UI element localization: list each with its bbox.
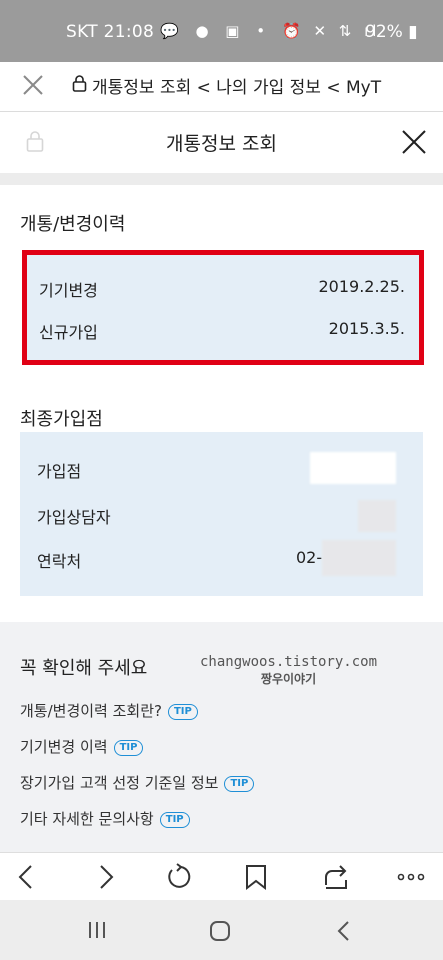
close-icon[interactable]: [400, 128, 428, 156]
status-time: SKT 21:08: [66, 22, 155, 42]
history-section-title: 개통/변경이력: [20, 214, 126, 235]
recent-apps-icon[interactable]: [86, 920, 108, 940]
row-value: 2015.3.5.: [328, 319, 405, 338]
battery-percentage: 92% ▮: [365, 22, 418, 42]
page-title: 개통정보 조회: [166, 133, 277, 155]
browser-toolbar: [0, 852, 443, 900]
store-section-title: 최종가입점: [20, 409, 103, 430]
notice-link[interactable]: 개통/변경이력 조회란? TIP: [20, 700, 198, 721]
store-row-label: 가입상담자: [37, 508, 111, 527]
section-divider: [0, 173, 443, 185]
redacted-block: [358, 500, 396, 532]
phone-value-partial: 02-: [296, 548, 323, 567]
watermark: changwoos.tistory.com 짱우이야기: [200, 654, 378, 686]
notice-section: 꼭 확인해 주세요 changwoos.tistory.com 짱우이야기 개통…: [0, 622, 443, 852]
store-row-label: 연락처: [37, 552, 82, 571]
bookmark-icon[interactable]: [244, 863, 268, 891]
store-info-box: 가입점 가입상담자 연락처 02-: [20, 432, 423, 596]
system-back-icon[interactable]: [334, 920, 354, 942]
home-icon[interactable]: [208, 920, 232, 942]
notice-link[interactable]: 기타 자세한 문의사항 TIP: [20, 808, 190, 829]
lock-icon: [72, 75, 87, 92]
history-info-box: 기기변경 2019.2.25. 신규가입 2015.3.5.: [22, 250, 424, 365]
page-header: 개통정보 조회: [0, 113, 443, 173]
notice-title: 꼭 확인해 주세요: [20, 658, 148, 679]
row-label: 신규가입: [39, 323, 98, 342]
row-label: 기기변경: [39, 281, 98, 300]
history-row: 기기변경 2019.2.25.: [39, 277, 405, 301]
system-navigation-bar: [0, 900, 443, 960]
status-bar: SKT 21:08 💬 ● ▣ • ⏰ ✕ ⇅ ıl 92% ▮: [0, 0, 443, 62]
tip-badge[interactable]: TIP: [113, 740, 144, 756]
tip-badge[interactable]: TIP: [167, 704, 198, 720]
tip-badge[interactable]: TIP: [224, 776, 255, 792]
back-icon[interactable]: [14, 863, 40, 891]
close-tab-icon[interactable]: [20, 72, 46, 98]
share-icon[interactable]: [322, 863, 350, 891]
browser-address-bar: 개통정보 조회 < 나의 가입 정보 < MyT: [0, 62, 443, 112]
notification-icons: 💬 ● ▣ •: [160, 22, 272, 40]
redacted-block: [310, 452, 396, 484]
more-icon[interactable]: [396, 863, 426, 891]
reload-icon[interactable]: [164, 863, 192, 891]
store-row-label: 가입점: [37, 462, 82, 481]
history-row: 신규가입 2015.3.5.: [39, 319, 405, 343]
row-value: 2019.2.25.: [318, 277, 405, 296]
tip-badge[interactable]: TIP: [159, 812, 190, 828]
forward-icon[interactable]: [92, 863, 118, 891]
url-title[interactable]: 개통정보 조회 < 나의 가입 정보 < MyT: [92, 73, 381, 98]
redacted-block: [322, 540, 396, 576]
notice-link[interactable]: 장기가입 고객 선정 기준일 정보 TIP: [20, 772, 255, 793]
notice-link[interactable]: 기기변경 이력 TIP: [20, 736, 144, 757]
